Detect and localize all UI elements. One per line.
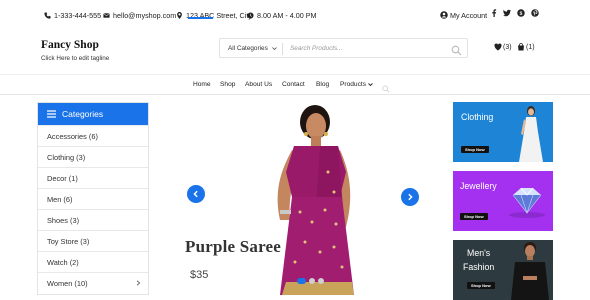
category-item[interactable]: Toy Store (3) bbox=[38, 230, 148, 251]
category-item[interactable]: Watch (2) bbox=[38, 251, 148, 272]
chevron-down-icon bbox=[368, 83, 373, 87]
clock-icon bbox=[247, 11, 254, 19]
nav-home[interactable]: Home bbox=[193, 81, 211, 88]
chevron-down-icon bbox=[272, 47, 277, 51]
pinterest-icon[interactable] bbox=[531, 4, 541, 17]
shop-now-button[interactable]: Shop Now bbox=[467, 282, 495, 289]
wishlist-link[interactable]: (3) bbox=[494, 43, 512, 51]
shopping-bag-icon bbox=[518, 43, 524, 51]
banner-title: Jewellery bbox=[460, 181, 497, 191]
site-tagline[interactable]: Click Here to edit tagline bbox=[41, 55, 109, 62]
diamond-image bbox=[509, 187, 545, 218]
main-navigation: Home Shop About Us Contact Blog Products bbox=[0, 75, 590, 94]
slider-pagination bbox=[297, 278, 327, 284]
my-account-link[interactable]: My Account bbox=[440, 9, 487, 21]
nav-blog[interactable]: Blog bbox=[316, 81, 329, 88]
category-label: Watch (2) bbox=[47, 257, 79, 267]
search-button[interactable] bbox=[451, 43, 463, 56]
top-bar: 1-333-444-555 hello@myshop.com 123 ABC S… bbox=[0, 0, 590, 30]
cart-link[interactable]: (1) bbox=[517, 43, 535, 51]
search-category-value: All Categories bbox=[228, 45, 268, 52]
slider-dot[interactable] bbox=[309, 278, 315, 284]
category-label: Decor (1) bbox=[47, 173, 78, 183]
nav-shop[interactable]: Shop bbox=[220, 81, 235, 88]
category-label: Men (6) bbox=[47, 194, 73, 204]
heart-icon bbox=[494, 43, 502, 51]
email-text: hello@myshop.com bbox=[113, 10, 177, 20]
chevron-left-icon bbox=[193, 190, 198, 198]
product-search-bar: All Categories bbox=[219, 38, 468, 58]
user-circle-icon bbox=[440, 11, 448, 19]
slide-title: Purple Saree bbox=[185, 237, 282, 256]
site-brand[interactable]: Fancy Shop bbox=[41, 39, 99, 51]
category-label: Shoes (3) bbox=[47, 215, 80, 225]
category-label: Toy Store (3) bbox=[47, 236, 90, 246]
category-item[interactable]: Clothing (3) bbox=[38, 146, 148, 167]
nav-contact[interactable]: Contact bbox=[282, 81, 305, 88]
banner-title-line1: Men's bbox=[467, 248, 491, 258]
nav-products-label: Products bbox=[340, 81, 367, 88]
map-marker-icon bbox=[177, 11, 182, 19]
categories-header: Categories bbox=[38, 103, 148, 125]
menu-icon bbox=[47, 110, 56, 118]
model-image bbox=[519, 106, 543, 162]
category-item[interactable]: Women (10) bbox=[38, 272, 148, 293]
topbar-address: 123 ABC Street, City bbox=[176, 9, 252, 21]
banner-title: Clothing bbox=[461, 112, 494, 122]
slider-next-button[interactable] bbox=[401, 188, 419, 206]
categories-title: Categories bbox=[62, 109, 104, 119]
category-item[interactable]: Decor (1) bbox=[38, 167, 148, 188]
facebook-icon[interactable] bbox=[490, 4, 500, 17]
search-input[interactable] bbox=[290, 42, 440, 55]
topbar-phone[interactable]: 1-333-444-555 bbox=[44, 9, 101, 21]
slider-dot[interactable] bbox=[297, 278, 306, 284]
category-item[interactable]: Accessories (6) bbox=[38, 125, 148, 146]
category-label: Accessories (6) bbox=[47, 131, 98, 141]
slider-dot[interactable] bbox=[318, 278, 324, 284]
category-item[interactable]: Shoes (3) bbox=[38, 209, 148, 230]
categories-sidebar: Categories Accessories (6) Clothing (3) … bbox=[37, 102, 149, 295]
envelope-icon bbox=[103, 12, 110, 18]
search-divider bbox=[282, 43, 283, 55]
saree-model-image bbox=[277, 105, 354, 295]
hero-slider: Purple Saree $35 bbox=[170, 102, 432, 295]
slide-price: $35 bbox=[190, 269, 209, 281]
cart-count: (1) bbox=[526, 43, 535, 51]
topbar-hours: 8.00 AM - 4.00 PM bbox=[247, 9, 317, 21]
nav-search-button[interactable] bbox=[382, 80, 391, 93]
skype-icon[interactable] bbox=[517, 4, 527, 17]
search-icon bbox=[382, 85, 390, 93]
category-item[interactable]: Men (6) bbox=[38, 188, 148, 209]
search-category-select[interactable]: All Categories bbox=[228, 45, 277, 52]
phone-text: 1-333-444-555 bbox=[54, 10, 102, 20]
nav-about-us[interactable]: About Us bbox=[245, 81, 272, 88]
category-label: Clothing (3) bbox=[47, 152, 86, 162]
nav-bottom-border bbox=[0, 94, 590, 95]
male-model-image bbox=[511, 242, 549, 300]
category-label: Women (10) bbox=[47, 278, 88, 288]
mens-fashion-banner[interactable]: Men's Fashion Shop Now bbox=[453, 240, 553, 300]
my-account-label: My Account bbox=[450, 10, 488, 20]
clothing-banner[interactable]: Clothing Shop Now bbox=[453, 102, 553, 162]
wishlist-count: (3) bbox=[503, 43, 512, 51]
chevron-right-icon bbox=[408, 193, 413, 201]
topbar-email[interactable]: hello@myshop.com bbox=[103, 9, 176, 21]
hours-text: 8.00 AM - 4.00 PM bbox=[257, 10, 317, 20]
jewellery-banner[interactable]: Jewellery Shop Now bbox=[453, 171, 553, 231]
slider-prev-button[interactable] bbox=[187, 185, 205, 203]
chevron-right-icon[interactable] bbox=[136, 280, 141, 286]
shop-now-button[interactable]: Shop Now bbox=[461, 146, 489, 153]
banner-title-line2: Fashion bbox=[463, 262, 495, 272]
nav-active-indicator bbox=[188, 17, 213, 19]
phone-icon bbox=[44, 11, 51, 19]
search-icon bbox=[451, 45, 462, 56]
shop-now-button[interactable]: Shop Now bbox=[460, 213, 488, 220]
nav-products[interactable]: Products bbox=[340, 81, 373, 88]
twitter-icon[interactable] bbox=[503, 4, 513, 17]
